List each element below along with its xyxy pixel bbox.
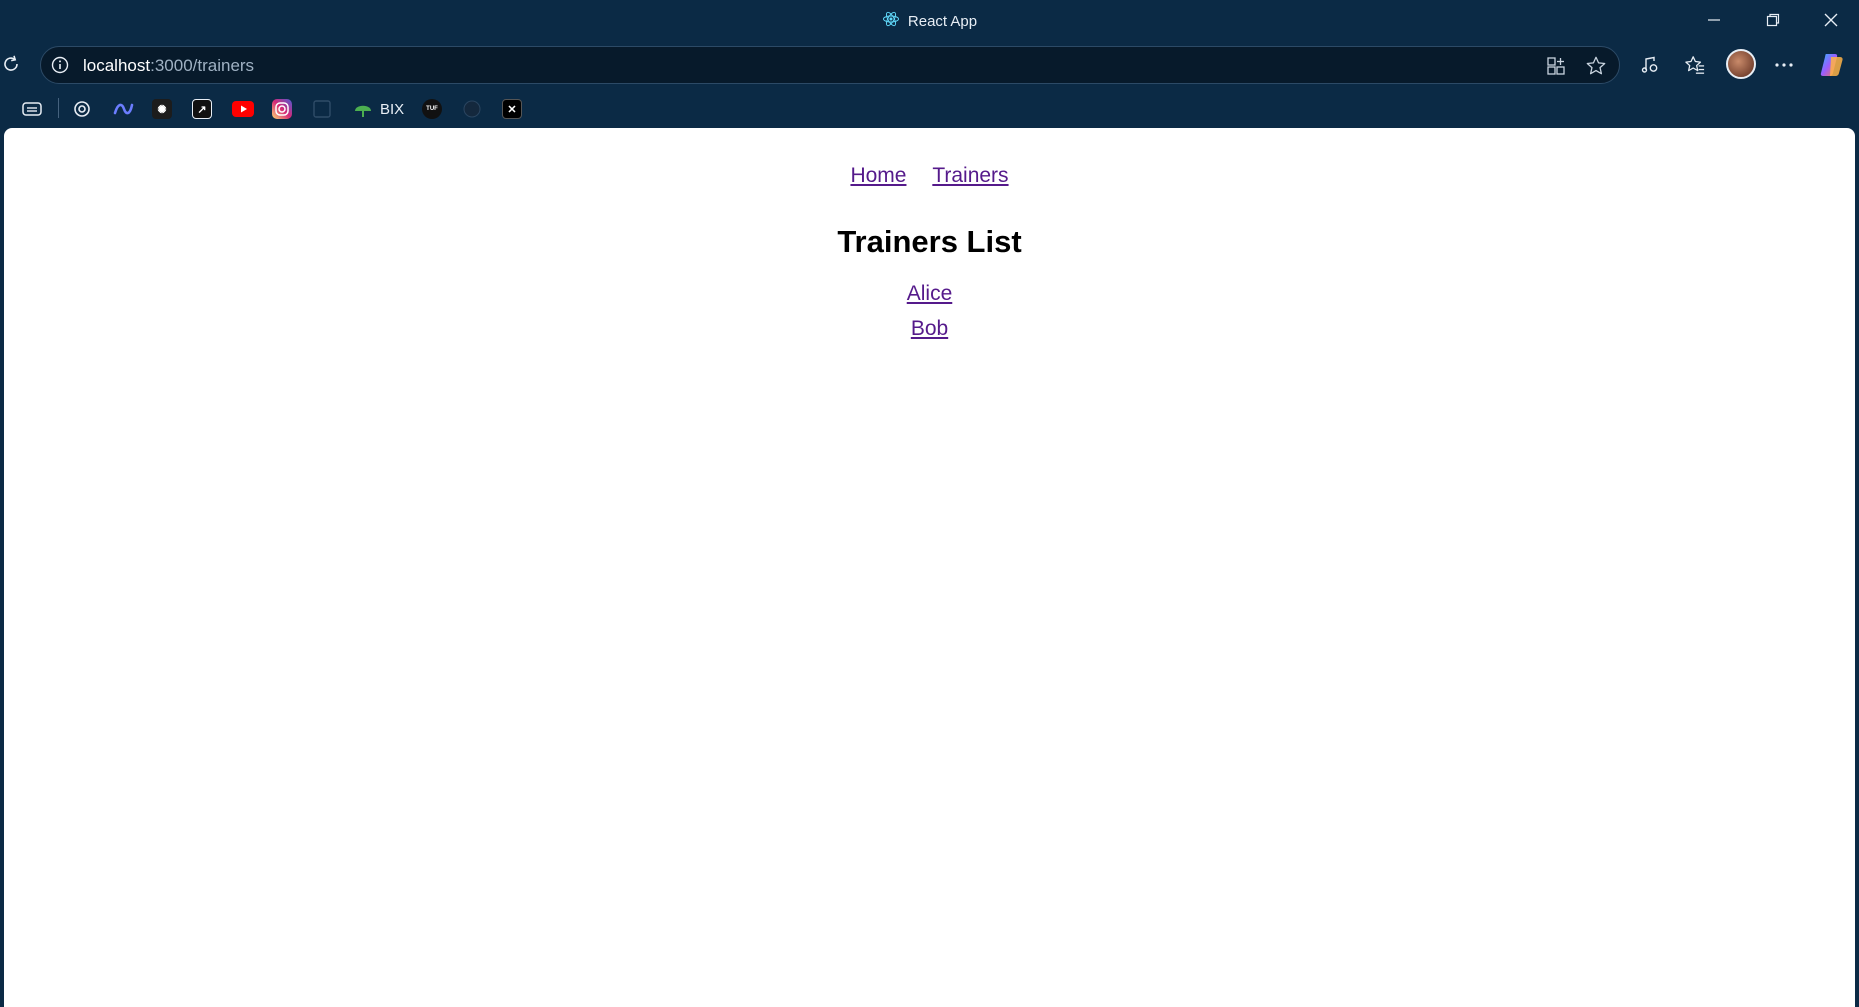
chatgpt-icon[interactable] — [72, 97, 92, 121]
media-control-icon[interactable] — [1634, 50, 1666, 80]
instagram-icon[interactable] — [272, 97, 292, 121]
site-info-icon[interactable] — [51, 56, 69, 74]
url-text[interactable]: localhost:3000/trainers — [83, 56, 254, 76]
window-title: React App — [0, 10, 1859, 32]
minimize-icon[interactable] — [1694, 6, 1734, 34]
github-icon[interactable] — [462, 97, 482, 121]
favorite-star-icon[interactable] — [1585, 55, 1607, 77]
trainer-link-alice[interactable]: Alice — [907, 282, 953, 305]
url-host: localhost — [83, 56, 151, 75]
trainer-link-bob[interactable]: Bob — [911, 317, 948, 340]
nav-link-trainers[interactable]: Trainers — [932, 164, 1008, 187]
nav-link-home[interactable]: Home — [850, 164, 906, 187]
bix-icon[interactable]: BIX — [352, 97, 404, 121]
list-item: Alice — [4, 282, 1855, 317]
address-bar[interactable]: localhost:3000/trainers — [40, 46, 1620, 84]
page-viewport: Home Trainers Trainers List Alice Bob — [4, 128, 1855, 1007]
bookmarks-separator — [58, 98, 59, 118]
x-icon[interactable]: ✕ — [502, 97, 522, 121]
bookmarks-bar: ✺ ↗ BIX TUF ✕ — [0, 92, 1859, 124]
tuf-icon[interactable]: TUF — [422, 97, 442, 121]
reload-icon[interactable] — [0, 52, 22, 76]
trainers-list: Alice Bob — [4, 282, 1855, 352]
restore-icon[interactable] — [1753, 6, 1793, 34]
list-item: Bob — [4, 317, 1855, 352]
react-logo-icon — [882, 10, 900, 32]
bix-label: BIX — [380, 100, 405, 118]
copilot-icon[interactable] — [1816, 50, 1848, 80]
app-nav: Home Trainers — [4, 164, 1855, 188]
address-row: localhost:3000/trainers — [0, 44, 1859, 86]
profile-avatar[interactable] — [1726, 49, 1756, 79]
reading-view-icon[interactable] — [21, 97, 43, 121]
url-path: :3000/trainers — [150, 56, 255, 75]
more-options-icon[interactable] — [1768, 50, 1800, 80]
favorites-icon[interactable] — [1679, 50, 1711, 80]
bookmark-app-icon[interactable]: ↗ — [192, 97, 212, 121]
faded-app-icon[interactable] — [312, 97, 332, 121]
window-title-text: React App — [907, 12, 978, 30]
app-available-icon[interactable] — [1545, 55, 1567, 77]
youtube-icon[interactable] — [232, 97, 254, 121]
github-copilot-icon[interactable]: ✺ — [152, 97, 172, 121]
window-title-bar: React App — [0, 0, 1859, 40]
claude-icon[interactable] — [112, 97, 134, 121]
page-title: Trainers List — [837, 224, 1022, 259]
close-icon[interactable] — [1811, 6, 1851, 34]
